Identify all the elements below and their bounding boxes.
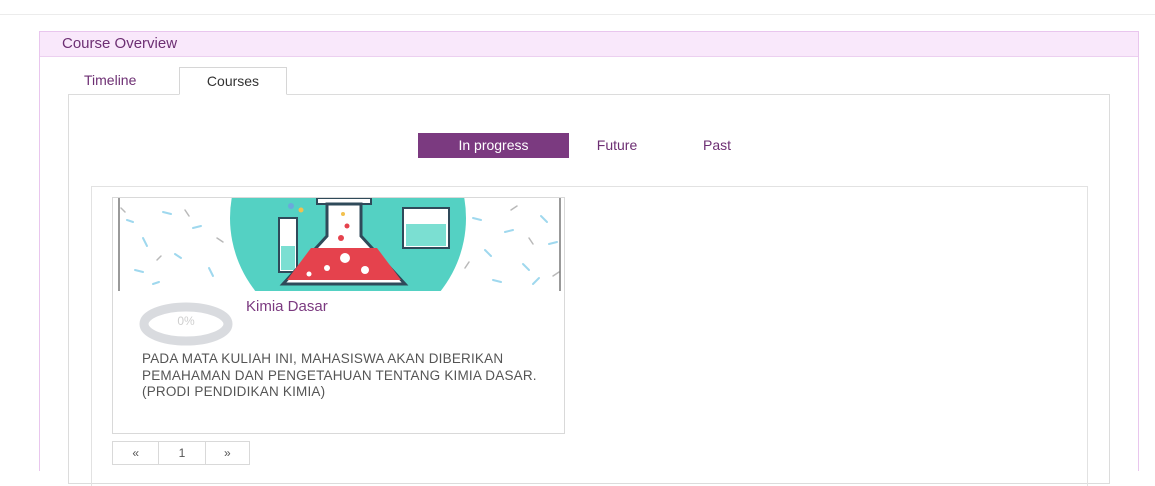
progress-ring: 0% — [139, 302, 233, 346]
top-divider — [0, 0, 1155, 15]
filter-in-progress-button[interactable]: In progress — [418, 133, 569, 158]
course-list: 0% Kimia Dasar PADA MATA KULIAH INI, MAH… — [91, 186, 1088, 486]
chemistry-flask-icon[interactable] — [113, 198, 564, 291]
pagination-next-button[interactable]: » — [206, 442, 249, 464]
course-name-link[interactable]: Kimia Dasar — [246, 298, 328, 315]
pagination: « 1 » — [112, 441, 250, 465]
course-summary: PADA MATA KULIAH INI, MAHASISWA AKAN DIB… — [142, 351, 537, 399]
filter-future-button[interactable]: Future — [578, 133, 656, 158]
pagination-prev-button[interactable]: « — [113, 442, 160, 464]
block-title: Course Overview — [40, 32, 1138, 57]
tab-timeline[interactable]: Timeline — [68, 67, 178, 95]
course-card[interactable]: 0% Kimia Dasar PADA MATA KULIAH INI, MAH… — [112, 197, 565, 434]
tab-courses[interactable]: Courses — [179, 67, 287, 95]
course-overview-block: Course Overview Timeline Courses In prog… — [39, 31, 1139, 486]
progress-label: 0% — [177, 314, 195, 328]
courses-tab-panel: In progress Future Past 0% Kimia Dasar P… — [68, 94, 1110, 486]
filter-past-button[interactable]: Past — [680, 133, 754, 158]
pagination-page-1[interactable]: 1 — [159, 442, 206, 464]
